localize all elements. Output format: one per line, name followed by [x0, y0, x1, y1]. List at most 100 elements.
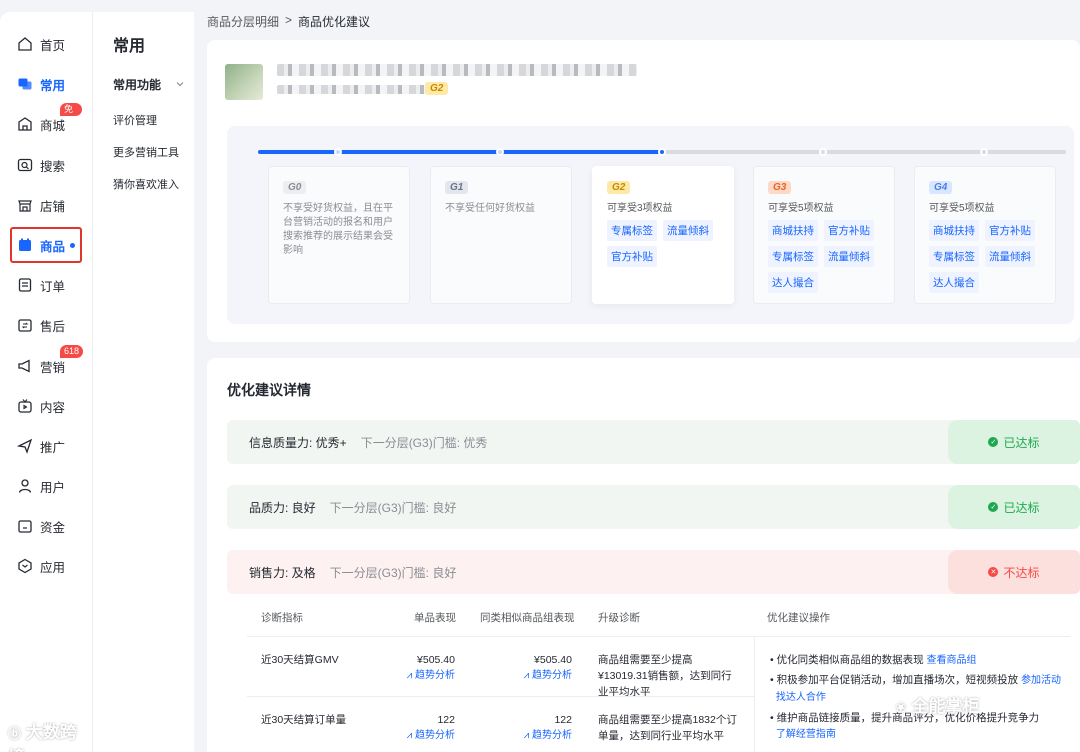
goods-icon — [16, 236, 34, 254]
nav-label: 售后 — [40, 319, 66, 334]
breadcrumb-separator: > — [285, 13, 293, 27]
diagnosis-text: 商品组需要至少提高¥13019.31销售额，达到同行业平均水平 — [598, 654, 732, 698]
level-ladder: G0 不享受好货权益，且在平台营销活动的报名和用户搜索推荐的展示结果会受影响 G… — [227, 126, 1074, 324]
trend-link[interactable]: ⩘ 趋势分析 — [512, 728, 572, 744]
trend-link[interactable]: ⩘ 趋势分析 — [397, 668, 455, 684]
progress-node-g3 — [819, 148, 827, 156]
main-sidebar: 首页 常用 商城 免佣 搜索 店铺 商品 订单 售后 营销 618 内容 推广 … — [0, 12, 92, 752]
progress-node-g2 — [496, 148, 504, 156]
level-card-g0: G0 不享受好货权益，且在平台营销活动的报名和用户搜索推荐的展示结果会受影响 — [268, 166, 410, 304]
search-icon — [16, 156, 34, 174]
trend-link[interactable]: ⩘ 趋势分析 — [397, 728, 455, 744]
nav-item-search[interactable]: 搜索 — [12, 149, 82, 181]
benefit-tag: 专属标签 — [768, 246, 818, 267]
benefit-tag: 官方补贴 — [607, 246, 657, 267]
nav-label: 首页 — [40, 38, 66, 53]
breadcrumb-current: 商品优化建议 — [298, 15, 371, 29]
nav-item-home[interactable]: 首页 — [12, 28, 82, 60]
nav-label: 内容 — [40, 400, 66, 415]
row-divider — [247, 696, 754, 697]
details-title: 优化建议详情 — [227, 382, 311, 398]
criteria-row-info-quality[interactable]: 信息质量力: 优秀+ 下一分层(G3)门槛: 优秀 ✓ 已达标 — [227, 420, 1080, 464]
subnav-group-common[interactable]: 常用功能 — [113, 76, 185, 93]
criteria-threshold: 下一分层(G3)门槛: 良好 — [329, 565, 457, 580]
level-card-g2: G2 可享受3项权益 专属标签 流量倾斜 官方补贴 — [592, 166, 734, 304]
criteria-label: 销售力: 及格 — [249, 565, 316, 580]
watermark-right: ❀ 全能掌柜 — [895, 697, 980, 716]
status-badge: ✓ 已达标 — [948, 420, 1080, 464]
benefit-tag: 商城扶持 — [929, 220, 979, 241]
join-activity-link[interactable]: 参加活动 — [1021, 675, 1061, 686]
mall-badge: 免佣 — [60, 103, 82, 127]
benefit-tags: 商城扶持 官方补贴 专属标签 流量倾斜 达人撮合 — [768, 220, 880, 293]
nav-item-users[interactable]: 用户 — [12, 470, 82, 502]
subnav-group-label: 常用功能 — [113, 78, 162, 92]
table-divider — [247, 636, 1070, 637]
diagnosis-text: 商品组需要至少提高1832个订单量，达到同行业平均水平 — [598, 714, 737, 742]
criteria-label: 信息质量力: 优秀+ — [249, 435, 347, 450]
criteria-row-quality[interactable]: 品质力: 良好 下一分层(G3)门槛: 良好 ✓ 已达标 — [227, 485, 1080, 529]
user-icon — [16, 477, 34, 495]
benefit-tag: 流量倾斜 — [663, 220, 713, 241]
store-icon — [16, 196, 34, 214]
level-desc: 不享受任何好货权益 — [445, 203, 535, 214]
benefit-tag: 官方补贴 — [985, 220, 1035, 241]
subnav-title: 常用 — [113, 38, 146, 55]
nav-item-orders[interactable]: 订单 — [12, 269, 82, 301]
shop-icon — [16, 115, 34, 133]
product-level-card: G2 G0 不享受好货权益，且在平台营销活动的报名和用户搜索推荐的展示结果会受影… — [207, 40, 1080, 342]
home-icon — [16, 35, 34, 53]
after-sale-icon — [16, 316, 34, 334]
subnav-item-marketing-tools[interactable]: 更多营销工具 — [113, 144, 179, 160]
level-desc: 可享受5项权益 — [929, 203, 995, 214]
trend-link[interactable]: ⩘ 趋势分析 — [512, 668, 572, 684]
progress-fill — [258, 150, 662, 154]
view-group-link[interactable]: 查看商品组 — [927, 655, 977, 666]
nav-item-apps[interactable]: 应用 — [12, 550, 82, 582]
nav-label: 商品 — [40, 239, 66, 254]
current-level-badge: G2 — [425, 82, 449, 95]
subnav-item-guess-you-like[interactable]: 猜你喜欢准入 — [113, 176, 179, 192]
benefit-tag: 官方补贴 — [824, 220, 874, 241]
benefit-tag: 流量倾斜 — [824, 246, 874, 267]
nav-item-promotion[interactable]: 推广 — [12, 430, 82, 462]
level-card-g3: G3 可享受5项权益 商城扶持 官方补贴 专属标签 流量倾斜 达人撮合 — [753, 166, 895, 304]
check-icon: ✓ — [988, 437, 999, 447]
criteria-label: 品质力: 良好 — [249, 500, 316, 515]
stack-icon — [16, 75, 34, 93]
group-value: ¥505.40 — [534, 654, 572, 666]
level-desc: 不享受好货权益，且在平台营销活动的报名和用户搜索推荐的展示结果会受影响 — [283, 203, 393, 256]
find-influencer-link[interactable]: 找达人合作 — [776, 692, 826, 703]
benefit-tag: 达人撮合 — [929, 272, 979, 293]
nav-label: 订单 — [40, 279, 66, 294]
criteria-threshold: 下一分层(G3)门槛: 良好 — [329, 500, 457, 515]
metric-gmv: 近30天结算GMV — [261, 654, 339, 666]
subnav-item-reviews[interactable]: 评价管理 — [113, 112, 157, 128]
breadcrumb: 商品分层明细 > 商品优化建议 — [207, 13, 370, 30]
criteria-row-sales[interactable]: 销售力: 及格 下一分层(G3)门槛: 良好 ✕ 不达标 — [227, 550, 1080, 594]
nav-item-store[interactable]: 店铺 — [12, 189, 82, 221]
nav-item-marketing[interactable]: 营销 618 — [12, 345, 84, 382]
col-header-metric: 诊断指标 — [261, 612, 303, 624]
nav-item-funds[interactable]: 资金 — [12, 510, 82, 542]
benefit-tag: 专属标签 — [607, 220, 657, 241]
nav-item-after-sale[interactable]: 售后 — [12, 309, 82, 341]
chevron-down-icon — [175, 78, 185, 92]
megaphone-icon — [16, 357, 34, 375]
nav-item-goods[interactable]: 商品 — [10, 227, 82, 263]
nav-item-content[interactable]: 内容 — [12, 390, 82, 422]
nav-label: 常用 — [40, 78, 66, 93]
nav-label: 用户 — [40, 480, 66, 495]
tv-icon — [16, 397, 34, 415]
single-value: 122 — [437, 714, 455, 726]
app-icon — [16, 557, 34, 575]
nav-item-common[interactable]: 常用 — [12, 68, 82, 100]
breadcrumb-parent[interactable]: 商品分层明细 — [207, 13, 279, 30]
column-divider — [754, 636, 755, 752]
level-name: G0 — [283, 181, 307, 194]
product-id-redacted — [277, 85, 427, 94]
nav-label: 资金 — [40, 520, 66, 535]
nav-item-mall[interactable]: 商城 免佣 — [12, 103, 82, 140]
close-icon: ✕ — [988, 567, 999, 577]
business-guide-link[interactable]: 了解经营指南 — [776, 729, 836, 740]
